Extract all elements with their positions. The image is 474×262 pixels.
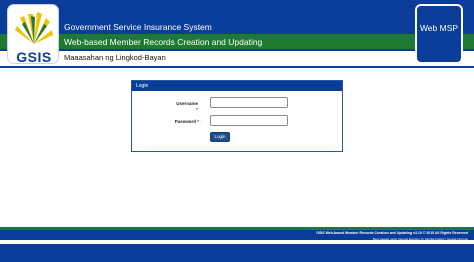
site-subtitle: Web-based Member Records Creation and Up… [64, 37, 263, 47]
footer-copyright: GSIS Web-based Member Records Creation a… [316, 231, 468, 235]
username-required-mark: * [196, 107, 198, 112]
webmsp-badge: Web MSP [415, 4, 463, 64]
username-label: Username [158, 101, 198, 106]
login-panel: Login Username * Password * Login [131, 80, 343, 152]
site-motto: Maaasahan ng Lingkod-Bayan [64, 53, 166, 62]
header-bottom-divider [0, 66, 474, 68]
site-title: Government Service Insurance System [64, 22, 212, 32]
footer-bottom-band [0, 244, 474, 262]
username-required-mark-wrap: * [158, 107, 198, 112]
login-button[interactable]: Login [210, 132, 230, 142]
login-panel-title: Login [132, 81, 342, 91]
gsis-logo: GSIS [7, 4, 59, 65]
password-input[interactable] [210, 115, 288, 126]
username-label-text: Username [176, 101, 198, 106]
logo-wordmark: GSIS [16, 49, 52, 65]
sun-rays-icon [15, 12, 53, 44]
webmsp-badge-label: Web MSP [419, 23, 459, 33]
password-required-mark: * [197, 119, 199, 124]
footer-browser-note: Best viewed using Internet Explorer 9 | … [372, 237, 468, 241]
username-input[interactable] [210, 97, 288, 108]
password-label: Password * [159, 119, 199, 124]
password-label-text: Password [174, 119, 196, 124]
